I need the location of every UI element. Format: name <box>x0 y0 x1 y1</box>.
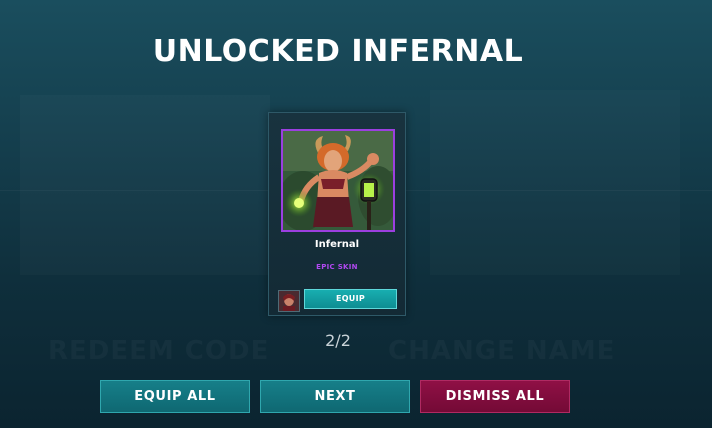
champion-avatar <box>278 290 300 312</box>
skin-rarity-label: EPIC SKIN <box>316 263 358 271</box>
reward-card: Infernal EPIC SKIN EQUIP <box>268 112 406 316</box>
equip-all-button[interactable]: EQUIP ALL <box>100 380 250 413</box>
skin-name: Infernal <box>314 239 360 250</box>
equip-skin-button[interactable]: EQUIP <box>304 289 397 309</box>
background-panel <box>20 95 270 275</box>
dismiss-all-button[interactable]: DISMISS ALL <box>420 380 570 413</box>
unlock-title: UNLOCKED INFERNAL <box>152 34 524 69</box>
reward-counter: 2/2 <box>325 331 351 350</box>
skin-portrait-image <box>281 129 395 232</box>
background-panel <box>430 90 680 275</box>
next-button[interactable]: NEXT <box>260 380 410 413</box>
